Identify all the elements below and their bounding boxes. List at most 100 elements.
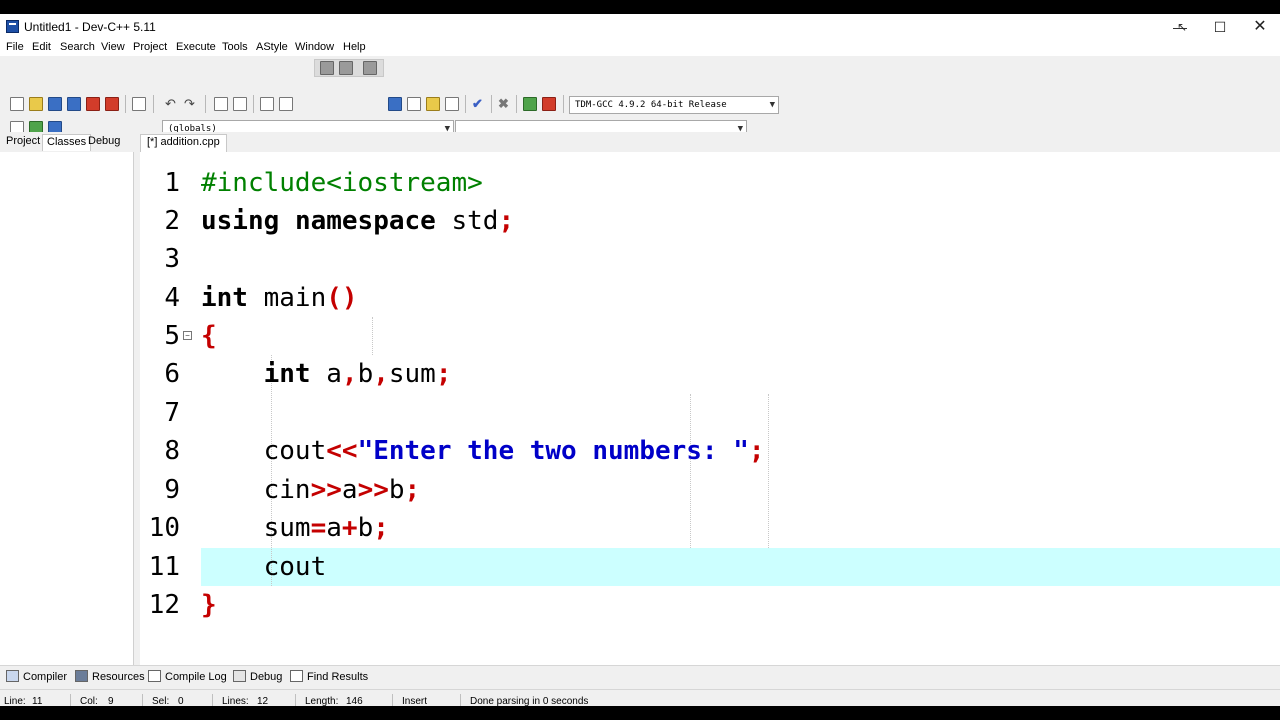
menu-edit[interactable]: Edit xyxy=(32,41,51,53)
line-number: 3 xyxy=(164,244,180,274)
menu-astyle[interactable]: AStyle xyxy=(256,41,288,53)
symbol-token: = xyxy=(310,513,327,543)
toolbar-separator xyxy=(125,95,126,113)
menu-bar: File Edit Search View Project Execute To… xyxy=(0,40,1280,56)
compile-run-icon[interactable] xyxy=(426,97,440,111)
code-line-1: #include<iostream> xyxy=(201,164,483,202)
menu-window[interactable]: Window xyxy=(295,41,334,53)
identifier-token: b xyxy=(357,359,374,389)
indent-icon[interactable] xyxy=(260,97,274,111)
symbol-token: ; xyxy=(748,436,765,466)
symbol-token: , xyxy=(373,359,389,389)
editor-tab-addition-cpp[interactable]: [*] addition.cpp xyxy=(140,134,227,152)
menu-help[interactable]: Help xyxy=(343,41,366,53)
compile-icon[interactable] xyxy=(388,97,402,111)
bookmark-icon[interactable] xyxy=(363,61,377,75)
toolbar-separator xyxy=(563,95,564,113)
back-icon[interactable] xyxy=(320,61,334,75)
save-all-icon[interactable] xyxy=(67,97,81,111)
tab-label: Debug xyxy=(250,671,283,683)
menu-view[interactable]: View xyxy=(101,41,125,53)
compiler-select-value: TDM-GCC 4.9.2 64-bit Release xyxy=(575,100,727,110)
symbol-token: } xyxy=(201,590,217,620)
tab-resources[interactable]: Resources xyxy=(75,670,145,683)
stop-execution-icon[interactable]: ✖ xyxy=(498,97,509,111)
preprocessor-token: #include<iostream> xyxy=(201,168,483,198)
status-separator xyxy=(295,694,296,706)
replace-icon[interactable] xyxy=(233,97,247,111)
line-number: 4 xyxy=(164,283,180,313)
open-file-icon[interactable] xyxy=(29,97,43,111)
tab-project[interactable]: Project xyxy=(2,134,44,151)
find-icon[interactable] xyxy=(214,97,228,111)
redo-icon[interactable]: ↷ xyxy=(184,97,195,111)
tab-debug[interactable]: Debug xyxy=(84,134,124,151)
window-title: Untitled1 - Dev-C++ 5.11 xyxy=(24,20,156,34)
debug-icon[interactable] xyxy=(542,97,556,111)
status-length-label: Length: xyxy=(305,696,339,706)
dev-cpp-window: Untitled1 - Dev-C++ 5.11 ↖ — ☐ ✕ File Ed… xyxy=(0,14,1280,706)
status-separator xyxy=(392,694,393,706)
classes-panel[interactable] xyxy=(0,152,134,665)
code-line-10: sum=a+b; xyxy=(201,509,389,547)
line-number: 5 xyxy=(164,321,180,351)
menu-file[interactable]: File xyxy=(6,41,24,53)
rebuild-icon[interactable] xyxy=(445,97,459,111)
chart-icon xyxy=(148,670,161,682)
tab-label: Resources xyxy=(92,671,145,683)
close-file-icon[interactable] xyxy=(86,97,100,111)
identifier-token: cin xyxy=(263,475,311,505)
identifier-token: cout xyxy=(263,436,327,466)
identifier-token: sum xyxy=(388,359,436,389)
status-separator xyxy=(212,694,213,706)
status-col-label: Col: xyxy=(80,696,98,706)
save-icon[interactable] xyxy=(48,97,62,111)
run-icon[interactable] xyxy=(407,97,421,111)
tab-debug-bottom[interactable]: Debug xyxy=(233,670,282,683)
print-icon[interactable] xyxy=(132,97,146,111)
symbol-token: << xyxy=(326,436,358,466)
navigation-toolbar xyxy=(314,59,384,77)
symbol-token: () xyxy=(326,283,358,313)
tab-find-results[interactable]: Find Results xyxy=(290,670,368,683)
fold-collapse-icon[interactable]: − xyxy=(183,331,192,340)
compiler-select[interactable]: TDM-GCC 4.9.2 64-bit Release ▼ xyxy=(569,96,779,114)
line-number: 6 xyxy=(164,359,180,389)
menu-tools[interactable]: Tools xyxy=(222,41,248,53)
minimize-button[interactable]: — xyxy=(1160,14,1200,40)
unindent-icon[interactable] xyxy=(279,97,293,111)
status-line-value: 11 xyxy=(32,696,43,706)
toolbar-separator xyxy=(205,95,206,113)
profile-chart-icon[interactable] xyxy=(523,97,537,111)
code-line-9: cin>>a>>b; xyxy=(201,471,421,509)
symbol-token: >> xyxy=(357,475,389,505)
symbol-token: ; xyxy=(435,359,452,389)
forward-icon[interactable] xyxy=(339,61,353,75)
identifier-token: b xyxy=(357,513,374,543)
undo-icon[interactable]: ↶ xyxy=(165,97,176,111)
symbol-token: >> xyxy=(310,475,342,505)
code-line-6: int a,b,sum; xyxy=(201,355,452,393)
indent-guide xyxy=(768,394,769,548)
maximize-button[interactable]: ☐ xyxy=(1200,14,1240,40)
check-syntax-icon[interactable]: ✔ xyxy=(472,97,483,111)
tab-compiler[interactable]: Compiler xyxy=(6,670,67,683)
close-all-icon[interactable] xyxy=(105,97,119,111)
status-bar: Line: 11 Col: 9 Sel: 0 Lines: 12 Length:… xyxy=(0,689,1280,706)
new-file-icon[interactable] xyxy=(10,97,24,111)
title-bar[interactable]: Untitled1 - Dev-C++ 5.11 ↖ — ☐ ✕ xyxy=(0,14,1280,40)
status-line-label: Line: xyxy=(4,696,26,706)
status-length-value: 146 xyxy=(346,696,363,706)
toolbar-area: ↶ ↷ ✔ ✖ TDM-GCC 4.9.2 64-bit Release ▼ (… xyxy=(0,56,1280,138)
tab-compile-log[interactable]: Compile Log xyxy=(148,670,227,683)
string-token: "Enter the two numbers: " xyxy=(357,436,749,466)
compiler-icon xyxy=(6,670,19,682)
identifier-token: a xyxy=(326,513,342,543)
menu-search[interactable]: Search xyxy=(60,41,95,53)
identifier-token: std xyxy=(451,206,499,236)
code-editor[interactable]: 1 2 3 4 5 6 7 8 9 10 11 12 − #include<io… xyxy=(140,152,1280,665)
close-button[interactable]: ✕ xyxy=(1240,14,1280,40)
menu-project[interactable]: Project xyxy=(133,41,167,53)
identifier-token: main xyxy=(263,283,327,313)
menu-execute[interactable]: Execute xyxy=(176,41,216,53)
